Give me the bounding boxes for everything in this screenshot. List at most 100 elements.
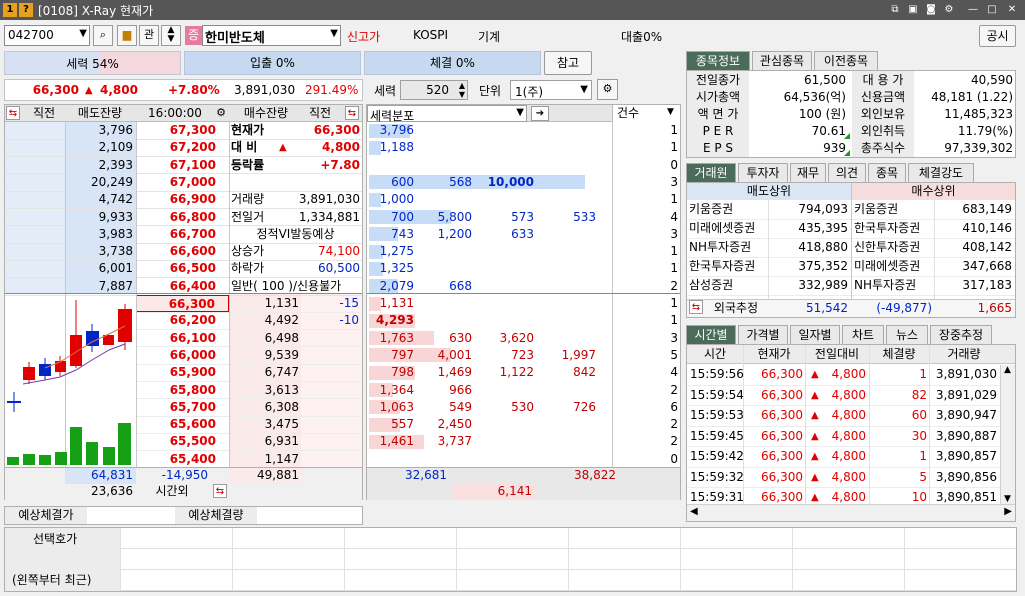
settings-gear-icon[interactable]: ⚙ bbox=[597, 79, 618, 100]
tick-volume: 3,890,856 bbox=[935, 469, 997, 484]
bid-qty: 6,931 bbox=[264, 434, 299, 449]
distribution-select[interactable]: 세력분포 ▼ bbox=[367, 105, 527, 123]
sell-broker-name[interactable]: 삼성증권 bbox=[689, 277, 769, 294]
ask-price[interactable]: 66,500 bbox=[136, 260, 216, 277]
scroll-up-icon[interactable]: ▲ bbox=[1004, 365, 1011, 375]
select-quote-label: 선택호가 bbox=[33, 532, 78, 546]
dropdown-arrow-icon[interactable]: ▼ bbox=[330, 28, 338, 39]
buy-broker-name[interactable]: NH투자증권 bbox=[854, 277, 936, 294]
tick-header: 전일대비 bbox=[814, 347, 860, 361]
stock-name-field[interactable]: 한미반도체 ▼ bbox=[202, 25, 341, 46]
distribution-diff: 6,141 bbox=[497, 484, 532, 498]
bid-price[interactable]: 66,300 bbox=[136, 295, 229, 312]
dropdown-arrow-icon[interactable]: ▼ bbox=[580, 84, 588, 95]
bid-price[interactable]: 66,100 bbox=[136, 330, 229, 347]
tab-broker-3[interactable]: 의견 bbox=[828, 163, 866, 182]
ask-price[interactable]: 67,100 bbox=[136, 157, 216, 174]
sell-broker-name[interactable]: 키움증권 bbox=[689, 201, 769, 218]
volume-bar bbox=[118, 423, 131, 465]
tab-broker-5[interactable]: 체결강도 bbox=[908, 163, 974, 182]
dropdown-arrow-icon[interactable]: ▼ bbox=[516, 107, 524, 118]
dropdown-arrow-icon[interactable]: ▼ bbox=[79, 28, 87, 39]
up-arrow-icon: ▲ bbox=[811, 471, 819, 483]
kwan-button[interactable]: 관 bbox=[139, 25, 159, 46]
tick-volume: 3,890,857 bbox=[935, 449, 997, 463]
ticks-scrollbar[interactable]: ◀ ▶ bbox=[687, 504, 1015, 521]
tick-price: 66,300 bbox=[761, 428, 803, 443]
tick-price: 66,300 bbox=[761, 367, 803, 381]
orderbook-right-toggle-icon[interactable]: ⇆ bbox=[345, 106, 359, 120]
sell-broker-name[interactable]: 한국투자증권 bbox=[689, 258, 769, 275]
after-hours-toggle-icon[interactable]: ⇆ bbox=[213, 484, 227, 498]
ask-price[interactable]: 66,800 bbox=[136, 209, 216, 226]
bid-price[interactable]: 66,200 bbox=[136, 312, 229, 329]
scroll-left-icon[interactable]: ◀ bbox=[690, 506, 698, 517]
tab-ticks-1[interactable]: 가격별 bbox=[738, 325, 788, 344]
ticks-vscroll[interactable]: ▲ ▼ bbox=[1000, 365, 1015, 504]
stepper-icon[interactable]: ▲ ▼ bbox=[459, 81, 465, 99]
folder-icon[interactable]: ▆ bbox=[117, 25, 137, 46]
bid-price[interactable]: 65,600 bbox=[136, 416, 229, 433]
sector-label: 기계 bbox=[478, 30, 501, 44]
distribution-arrow-icon[interactable]: ➔ bbox=[531, 106, 549, 121]
count-dropdown-icon[interactable]: ▼ bbox=[667, 107, 674, 117]
scroll-right-icon[interactable]: ▶ bbox=[1004, 506, 1012, 517]
maximize-icon[interactable]: □ bbox=[985, 3, 999, 17]
ask-price[interactable]: 66,600 bbox=[136, 243, 216, 260]
tab-broker-4[interactable]: 종목 bbox=[868, 163, 906, 182]
stepper-icon[interactable]: ▲ ▼ bbox=[161, 25, 181, 46]
ask-price[interactable]: 66,900 bbox=[136, 191, 216, 208]
save-icon[interactable]: ▣ bbox=[906, 3, 920, 17]
distribution-value: 557 bbox=[391, 417, 414, 432]
buy-broker-name[interactable]: 미래에셋증권 bbox=[854, 258, 936, 275]
sell-broker-name[interactable]: 미래에셋증권 bbox=[689, 220, 769, 237]
search-icon[interactable]: ⌕ bbox=[93, 25, 113, 46]
close-icon[interactable]: ✕ bbox=[1005, 3, 1019, 17]
stock-code-input[interactable]: 042700 ▼ bbox=[4, 25, 90, 46]
link-icon[interactable]: ⧉ bbox=[888, 3, 902, 17]
tick-change: 4,800 bbox=[831, 387, 866, 402]
tab-broker-2[interactable]: 재무 bbox=[790, 163, 826, 182]
bid-price[interactable]: 65,500 bbox=[136, 433, 229, 450]
buy-broker-name[interactable]: 키움증권 bbox=[854, 201, 936, 218]
bid-price[interactable]: 65,800 bbox=[136, 382, 229, 399]
distribution-value: 1,063 bbox=[379, 399, 414, 414]
scroll-down-icon[interactable]: ▼ bbox=[1004, 494, 1011, 504]
bid-price[interactable]: 65,400 bbox=[136, 451, 229, 468]
bid-price[interactable]: 65,900 bbox=[136, 364, 229, 381]
tab-stock-info[interactable]: 종목정보 bbox=[686, 51, 750, 70]
camera-icon[interactable]: ◙ bbox=[924, 3, 938, 17]
tab-recent[interactable]: 이전종목 bbox=[814, 51, 878, 70]
buy-broker-name[interactable]: 한국투자증권 bbox=[854, 220, 936, 237]
help-badge[interactable]: ? bbox=[19, 3, 33, 17]
force-input[interactable]: 520 ▲ ▼ bbox=[400, 80, 468, 100]
tab-ticks-2[interactable]: 일자별 bbox=[790, 325, 840, 344]
settings-icon[interactable]: ⚙ bbox=[942, 3, 956, 17]
tab-ticks-5[interactable]: 장중추정 bbox=[930, 325, 992, 344]
tab-ticks-4[interactable]: 뉴스 bbox=[886, 325, 928, 344]
buy-broker-name[interactable]: 신한투자증권 bbox=[854, 239, 936, 256]
ask-price[interactable]: 67,000 bbox=[136, 174, 216, 191]
distribution-value: 1,325 bbox=[379, 261, 414, 276]
info-label: 현재가 bbox=[231, 123, 265, 137]
ask-price[interactable]: 67,300 bbox=[136, 122, 216, 139]
volume-bar bbox=[70, 427, 82, 465]
tab-broker-0[interactable]: 거래원 bbox=[686, 163, 736, 182]
tab-ticks-3[interactable]: 차트 bbox=[842, 325, 884, 344]
tab-watchlist[interactable]: 관심종목 bbox=[752, 51, 812, 70]
bid-price[interactable]: 65,700 bbox=[136, 399, 229, 416]
tab-broker-1[interactable]: 투자자 bbox=[738, 163, 788, 182]
sell-broker-name[interactable]: NH투자증권 bbox=[689, 239, 769, 256]
foreign-toggle-icon[interactable]: ⇆ bbox=[689, 300, 703, 314]
notice-button[interactable]: 공시 bbox=[979, 25, 1016, 47]
ask-price[interactable]: 67,200 bbox=[136, 139, 216, 156]
orderbook-left-toggle-icon[interactable]: ⇆ bbox=[6, 106, 20, 120]
bid-price[interactable]: 66,000 bbox=[136, 347, 229, 364]
distribution-value: 1,461 bbox=[379, 434, 414, 449]
minimize-icon[interactable]: — bbox=[966, 3, 980, 17]
reference-button[interactable]: 참고 bbox=[544, 51, 592, 75]
unit-select[interactable]: 1(주) ▼ bbox=[510, 80, 592, 100]
tab-ticks-0[interactable]: 시간별 bbox=[686, 325, 736, 344]
orderbook-gear-icon[interactable]: ⚙ bbox=[214, 106, 228, 120]
ask-price[interactable]: 66,700 bbox=[136, 226, 216, 243]
